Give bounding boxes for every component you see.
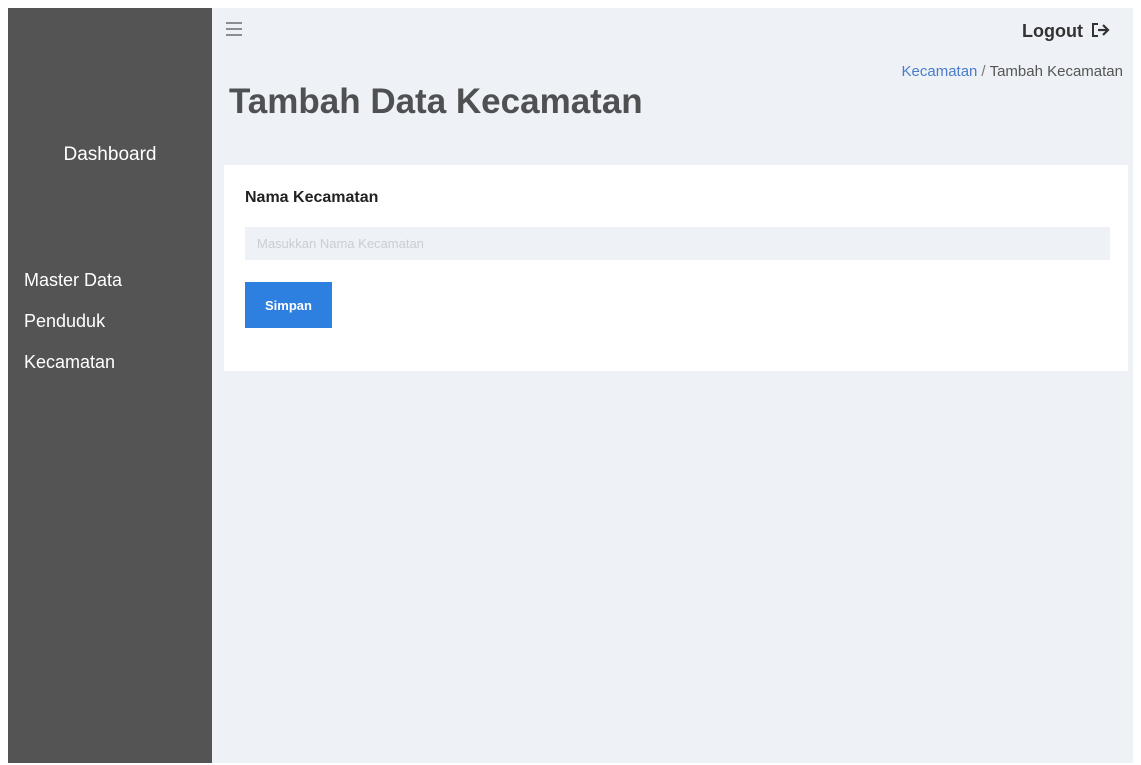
sidebar-brand-dashboard[interactable]: Dashboard [8,144,212,166]
sidebar-item-kecamatan[interactable]: Kecamatan [24,352,122,372]
nama-kecamatan-label: Nama Kecamatan [245,189,379,206]
simpan-button[interactable]: Simpan [245,282,332,328]
logout-label: Logout [1022,21,1083,41]
page-title: Tambah Data Kecamatan [229,82,643,121]
sidebar-menu: Master Data Penduduk Kecamatan [24,270,122,393]
nama-kecamatan-input[interactable] [245,227,1110,260]
main-content: Logout Kecamatan / Tambah Kecamatan Tambah… [212,8,1133,763]
app-frame: Dashboard Master Data Penduduk Kecamatan… [8,8,1133,763]
sidebar: Dashboard Master Data Penduduk Kecamatan [8,8,212,763]
breadcrumb: Kecamatan / Tambah Kecamatan [902,63,1123,80]
logout-button[interactable]: Logout [1022,21,1111,42]
sidebar-section-master-data: Master Data [24,270,123,290]
sign-out-icon [1091,22,1111,41]
breadcrumb-separator: / [981,63,986,80]
form-card: Nama Kecamatan Simpan [224,165,1128,371]
breadcrumb-current: Tambah Kecamatan [989,63,1123,80]
sidebar-item-penduduk[interactable]: Penduduk [24,311,122,331]
hamburger-icon[interactable] [226,22,242,36]
breadcrumb-link-kecamatan[interactable]: Kecamatan [902,63,978,80]
